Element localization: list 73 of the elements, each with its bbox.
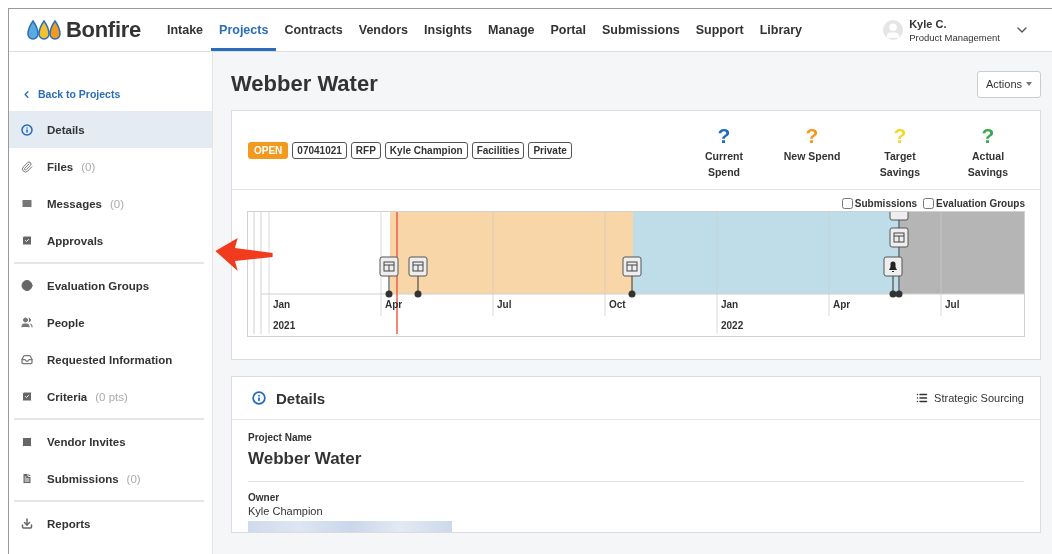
- year-label: 2021: [273, 320, 296, 331]
- nav-tab[interactable]: Manage: [480, 9, 543, 51]
- people-icon: [21, 316, 33, 329]
- sidebar-item[interactable]: Approvals: [9, 222, 212, 259]
- question-mark: ?: [981, 124, 995, 148]
- user-role: Product Management: [909, 31, 1000, 43]
- actions-button[interactable]: Actions: [976, 70, 1041, 98]
- nav-tab[interactable]: Contracts: [276, 9, 351, 51]
- nav-tab[interactable]: Library: [751, 9, 811, 51]
- nav-tab[interactable]: Intake: [158, 9, 212, 51]
- filter-label: Evaluation Groups: [936, 198, 1025, 209]
- info-icon: [252, 391, 266, 405]
- filter-checkbox[interactable]: [923, 198, 935, 209]
- sidebar-item[interactable]: People: [9, 304, 212, 341]
- field-label: Owner: [248, 492, 281, 503]
- project-title: Webber Water: [231, 71, 378, 97]
- logo-text: Bonfire: [66, 17, 141, 43]
- sidebar-item[interactable]: Submissions (0): [9, 460, 212, 497]
- sidebar-item[interactable]: Reports: [9, 505, 212, 542]
- circle-icon: [21, 279, 33, 292]
- question-mark: ?: [893, 124, 907, 148]
- question-mark: ?: [805, 124, 819, 148]
- back-link[interactable]: Back to Projects: [9, 88, 212, 111]
- sidebar-item[interactable]: Vendor Invites: [9, 423, 212, 460]
- nav-tab[interactable]: Vendors: [350, 9, 417, 51]
- sidebar-item[interactable]: Messages (0): [9, 185, 212, 222]
- project-tag: Private: [528, 141, 572, 159]
- status-badge: OPEN: [248, 141, 289, 159]
- project-tag: Facilities: [471, 141, 525, 159]
- nav-tab[interactable]: Portal: [542, 9, 594, 51]
- pointer-arrow: [214, 237, 274, 273]
- field-value: Webber Water: [248, 449, 363, 469]
- sidebar-item[interactable]: Details: [9, 111, 212, 148]
- project-tag: RFP: [350, 141, 381, 159]
- sidebar-item[interactable]: Files (0): [9, 148, 212, 185]
- metric-label: New Spend: [782, 149, 842, 164]
- month-label: Jan: [273, 299, 291, 310]
- filter-label: Submissions: [854, 198, 918, 209]
- metric-label: Current Spend: [704, 149, 744, 180]
- sidebar-item[interactable]: Criteria (0 pts): [9, 378, 212, 415]
- month-label: Jul: [945, 299, 960, 310]
- sidebar-item[interactable]: Evaluation Groups: [9, 267, 212, 304]
- info-icon: [21, 122, 33, 137]
- avatar-icon: [883, 20, 904, 40]
- question-mark: ?: [717, 124, 731, 148]
- nav-tab[interactable]: Insights: [416, 9, 480, 51]
- field-label: Project Name: [248, 432, 313, 443]
- month-label: Oct: [609, 299, 626, 310]
- project-tag: 07041021: [292, 141, 347, 159]
- year-label: 2022: [721, 320, 744, 331]
- metric-label: Target Savings: [878, 149, 922, 180]
- field-value: Kyle Champion: [248, 505, 324, 517]
- submission-icon: [21, 472, 33, 485]
- month-label: Jul: [497, 299, 512, 310]
- section-title: Details: [276, 389, 326, 407]
- project-tag: Kyle Champion: [384, 141, 468, 159]
- check-icon: [21, 390, 33, 403]
- user-name: Kyle C.: [909, 17, 948, 30]
- logo-icon: [27, 20, 63, 40]
- month-label: Jan: [721, 299, 739, 310]
- month-label: Apr: [833, 299, 851, 310]
- category-label: Strategic Sourcing: [934, 392, 1024, 404]
- caret-icon: [1026, 82, 1032, 86]
- metric-label: Actual Savings: [966, 149, 1010, 180]
- list-icon: [916, 392, 929, 404]
- sidebar-item[interactable]: Requested Information: [9, 341, 212, 378]
- download-icon: [21, 517, 33, 530]
- nav-tab[interactable]: Submissions: [593, 9, 688, 51]
- check-icon: [21, 234, 33, 247]
- nav-tab[interactable]: Support: [687, 9, 752, 51]
- filter-checkbox[interactable]: [841, 198, 853, 209]
- files-icon: [21, 160, 33, 173]
- inbox-icon: [21, 353, 33, 366]
